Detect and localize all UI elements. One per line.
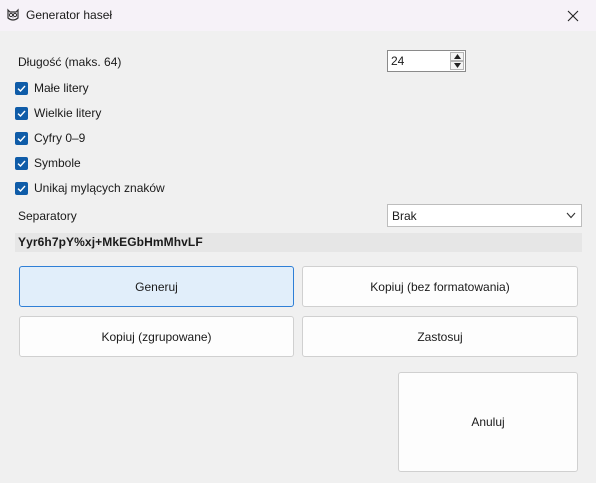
close-button[interactable] xyxy=(550,0,596,31)
option-symbols[interactable]: Symbole xyxy=(15,155,81,171)
checkmark-icon xyxy=(17,110,26,117)
option-label: Unikaj mylących znaków xyxy=(34,181,165,195)
separators-label: Separatory xyxy=(18,209,77,223)
title-bar: Generator haseł xyxy=(0,0,596,31)
copy-plain-button[interactable]: Kopiuj (bez formatowania) xyxy=(302,266,578,307)
option-digits[interactable]: Cyfry 0–9 xyxy=(15,130,85,146)
copy-grouped-button[interactable]: Kopiuj (zgrupowane) xyxy=(19,316,294,357)
option-label: Małe litery xyxy=(34,81,89,95)
close-icon xyxy=(567,10,579,21)
generate-button[interactable]: Generuj xyxy=(19,266,294,307)
length-value[interactable]: 24 xyxy=(391,54,404,68)
option-lowercase[interactable]: Małe litery xyxy=(15,80,89,96)
option-label: Symbole xyxy=(34,156,81,170)
separators-value: Brak xyxy=(392,209,417,223)
option-label: Cyfry 0–9 xyxy=(34,131,86,145)
generated-password: Yyr6h7pY%xj+MkEGbHmMhvLF xyxy=(18,235,203,249)
separators-dropdown[interactable]: Brak xyxy=(387,204,582,227)
length-increment-button[interactable] xyxy=(450,52,464,61)
checkmark-icon xyxy=(17,135,26,142)
option-uppercase[interactable]: Wielkie litery xyxy=(15,105,101,121)
length-label: Długość (maks. 64) xyxy=(18,55,122,69)
option-avoid-ambiguous[interactable]: Unikaj mylących znaków xyxy=(15,180,165,196)
checkmark-icon xyxy=(17,160,26,167)
checkbox-symbols[interactable] xyxy=(15,156,28,170)
arrow-down-icon xyxy=(453,63,461,68)
checkmark-icon xyxy=(17,185,26,192)
length-decrement-button[interactable] xyxy=(450,61,464,70)
checkbox-avoid-ambiguous[interactable] xyxy=(15,181,28,195)
apply-button[interactable]: Zastosuj xyxy=(302,316,578,357)
length-spinbox[interactable]: 24 xyxy=(387,50,466,72)
checkbox-uppercase[interactable] xyxy=(15,106,28,120)
owl-icon xyxy=(7,8,19,21)
checkmark-icon xyxy=(17,85,26,92)
cancel-button[interactable]: Anuluj xyxy=(398,372,578,472)
window-title: Generator haseł xyxy=(26,8,113,22)
chevron-down-icon xyxy=(566,212,576,219)
generated-password-field[interactable]: Yyr6h7pY%xj+MkEGbHmMhvLF xyxy=(15,233,582,252)
arrow-up-icon xyxy=(453,54,461,59)
checkbox-lowercase[interactable] xyxy=(15,81,28,95)
option-label: Wielkie litery xyxy=(34,106,102,120)
checkbox-digits[interactable] xyxy=(15,131,28,145)
